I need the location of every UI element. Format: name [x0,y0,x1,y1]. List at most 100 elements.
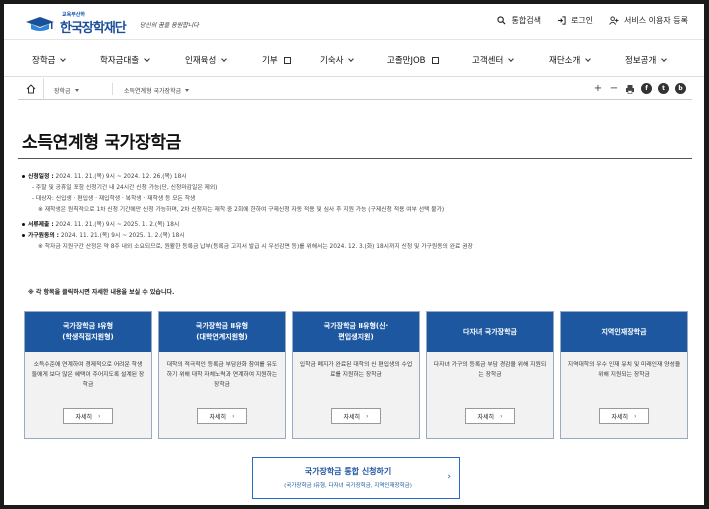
consent-line: 가구원동의 : 2024. 11. 21.(목) 9시 ~ 2025. 1. 2… [22,231,692,242]
nav-label: 장학금 [32,56,56,66]
details-button[interactable]: 자세히 › [63,408,113,424]
schedule-note: ※ 재학생은 원칙적으로 1차 신청 기간에만 신청 가능하며, 2차 신청자는… [38,207,445,213]
blog-share-icon[interactable]: b [675,83,686,94]
docs-line: 서류제출 : 2024. 11. 21.(목) 9시 ~ 2025. 1. 2.… [22,220,692,231]
logo-name: 한국장학재단 [60,21,127,36]
nav-label: 재단소개 [549,56,581,66]
chevron-down-icon [661,56,668,62]
zoom-in-button[interactable]: + [593,83,603,94]
schedule-info: 신청일정 : 2024. 11. 21.(목) 9시 ~ 2024. 12. 2… [22,172,692,253]
schedule-line: 신청일정 : 2024. 11. 21.(목) 9시 ~ 2024. 12. 2… [22,172,692,183]
schedule-value: 2024. 11. 21.(목) 9시 ~ 2024. 12. 26.(목) 1… [55,174,187,180]
nav-dormitory[interactable]: 기숙사 [320,54,355,66]
login-icon [557,16,566,25]
card-header: 국가장학금 Ⅰ유형 (학생직접지원형) [25,312,151,352]
card-header: 다자녀 국가장학금 [427,312,553,352]
details-button[interactable]: 자세히 › [599,408,649,424]
details-button[interactable]: 자세히 › [331,408,381,424]
details-button[interactable]: 자세히 › [197,408,247,424]
schedule-label: 신청일정 : [28,174,54,180]
chevron-right-icon: › [366,412,369,420]
card-description: 입학금 폐지가 완료된 대학의 신 편입생의 수업료를 지원하는 장학금 [299,362,413,378]
nav-talent[interactable]: 인재육성 [185,54,228,66]
card-subtitle: (학생직접지원형) [62,333,114,341]
util-register[interactable]: 서비스 이용자 등록 [609,15,688,26]
external-link-icon [283,56,291,64]
card-type2[interactable]: 국가장학금 Ⅱ유형 (대학연계지원형) 대학의 적극적인 등록금 부담완화 참여… [158,311,286,439]
top-bar: 교육부산하 한국장학재단 당신의 꿈을 응원합니다 통합검색 로그인 서비스 이… [4,4,704,40]
nav-donation[interactable]: 기부 [262,54,291,66]
chevron-right-icon: › [500,412,503,420]
home-button[interactable] [18,78,44,100]
nav-label: 고졸만JOB [387,56,426,66]
logo-slogan: 당신의 꿈을 응원합니다 [139,21,199,29]
page-tools: + − f t b [593,83,686,94]
zoom-out-button[interactable]: − [609,83,619,94]
chevron-down-icon [60,56,67,62]
logo[interactable]: 교육부산하 한국장학재단 당신의 꿈을 응원합니다 [24,12,199,36]
bullet-icon [22,223,25,226]
chevron-down-icon [348,56,355,62]
bullet-icon [22,234,25,237]
nav-job[interactable]: 고졸만JOB [387,54,439,66]
facebook-share-icon[interactable]: f [641,83,652,94]
breadcrumb-level1-label: 장학금 [54,88,71,95]
card-header: 지역인재장학금 [561,312,687,352]
apply-button[interactable]: 국가장학금 통합 신청하기 (국가장학금 Ⅰ유형, 다자녀 국가장학금, 지역인… [252,457,460,499]
bullet-icon [22,175,25,178]
user-add-icon [609,16,619,25]
page-title: 소득연계형 국가장학금 [22,133,182,153]
docs-value: 2024. 11. 21.(목) 9시 ~ 2025. 1. 2.(목) 18시 [55,222,180,228]
breadcrumb-level2-label: 소득연계형 국가장학금 [124,88,182,95]
print-button[interactable] [625,84,635,94]
util-search-label: 통합검색 [511,16,541,25]
details-label: 자세히 [477,413,495,421]
nav-scholarship[interactable]: 장학금 [32,54,67,66]
print-icon [626,84,634,94]
card-type1[interactable]: 국가장학금 Ⅰ유형 (학생직접지원형) 소득수준에 연계하여 경제적으로 어려운… [24,311,152,439]
card-title: 지역인재장학금 [601,327,647,336]
nav-about[interactable]: 재단소개 [549,54,592,66]
nav-label: 기부 [262,56,278,66]
util-search[interactable]: 통합검색 [497,15,541,26]
chevron-down-icon [144,56,150,62]
breadcrumb: 장학금 소득연계형 국가장학금 + − f t b [18,78,692,100]
breadcrumb-level1[interactable]: 장학금 [54,86,79,95]
card-regional[interactable]: 지역인재장학금 지역대학의 우수 인재 유치 및 미래인재 양성을 위해 지원되… [560,311,688,439]
nav-disclosure[interactable]: 정보공개 [625,54,668,66]
card-description: 소득수준에 연계하여 경제적으로 어려운 학생들에게 보다 많은 혜택이 주어지… [31,362,145,388]
consent-label: 가구원동의 : [28,233,60,239]
details-label: 자세히 [611,413,629,421]
details-label: 자세히 [75,413,93,421]
card-title: 다자녀 국가장학금 [463,327,517,336]
main-nav: 장학금 학자금대출 인재육성 기부 기숙사 고졸만JOB 고객센터 재단소개 정… [4,41,704,77]
title-divider [18,158,692,159]
twitter-share-icon[interactable]: t [658,83,669,94]
card-description: 대학의 적극적인 등록금 부담완화 참여를 유도하기 위해 대학 자체노력과 연… [166,362,278,388]
util-register-label: 서비스 이용자 등록 [624,16,688,25]
external-link-icon [431,56,439,64]
nav-label: 인재육성 [185,56,217,66]
util-login[interactable]: 로그인 [557,15,593,26]
card-title: 국가장학금 Ⅱ유형 [195,322,249,330]
schedule-note: - 주말 및 공휴일 포함 신청기간 내 24시간 신청 가능(단, 신청마감일… [32,185,218,191]
card-title: 국가장학금 Ⅰ유형 [62,322,114,330]
card-description: 지역대학의 우수 인재 유치 및 미래인재 양성을 위해 지원되는 장학금 [567,362,681,378]
card-type2-transfer[interactable]: 국가장학금 Ⅱ유형(신· 편입생지원) 입학금 폐지가 완료된 대학의 신 편입… [292,311,420,439]
card-subtitle: 편입생지원) [338,333,374,341]
card-multichild[interactable]: 다자녀 국가장학금 다자녀 가구의 등록금 부담 경감을 위해 지원되는 장학금… [426,311,554,439]
click-notice: ※ 각 항목을 클릭하시면 자세한 내용을 보실 수 있습니다. [28,289,175,296]
details-button[interactable]: 자세히 › [465,408,515,424]
details-label: 자세히 [209,413,227,421]
chevron-right-icon: › [634,412,637,420]
apply-title: 국가장학금 통합 신청하기 [304,467,392,476]
nav-support[interactable]: 고객센터 [472,54,515,66]
apply-subtitle: (국가장학금 Ⅰ유형, 다자녀 국가장학금, 지역인재장학금) [284,483,412,489]
breadcrumb-level2[interactable]: 소득연계형 국가장학금 [124,86,190,95]
details-label: 자세히 [343,413,361,421]
schedule-note: - 대상자: 신입생 · 편입생 · 재입학생 · 복학생 · 재학생 등 모든… [32,196,196,202]
nav-loan[interactable]: 학자금대출 [100,54,150,66]
caret-down-icon [74,89,79,92]
home-icon [26,84,35,94]
card-header: 국가장학금 Ⅱ유형(신· 편입생지원) [293,312,419,352]
